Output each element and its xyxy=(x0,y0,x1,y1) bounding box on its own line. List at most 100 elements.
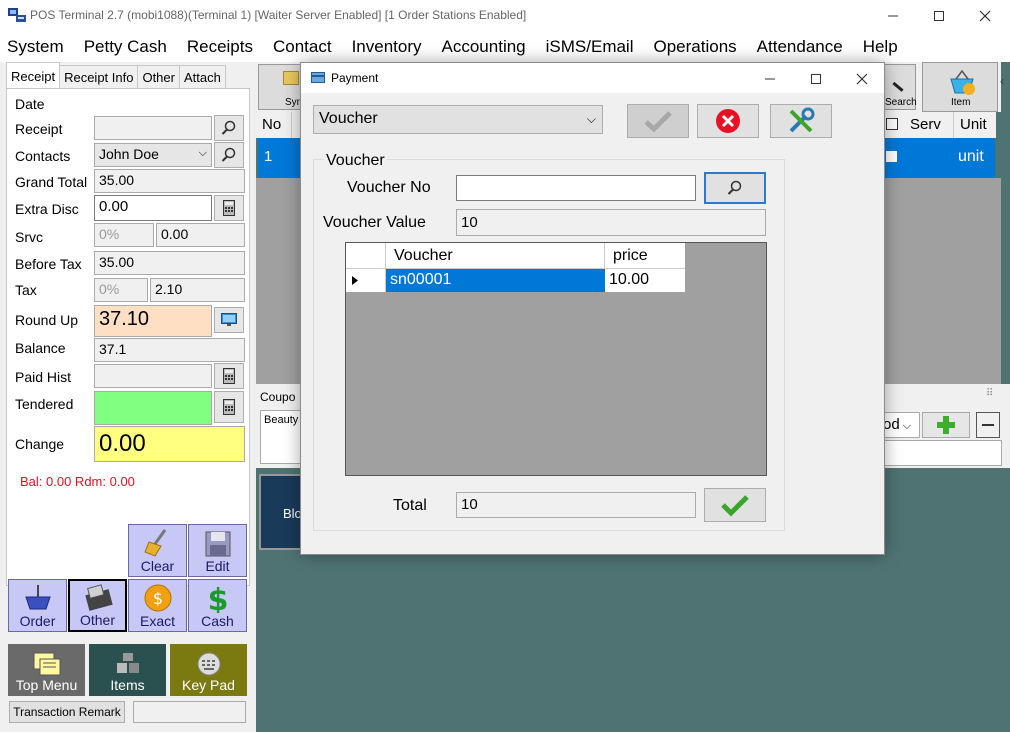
chevron-down-icon: ⌵ xyxy=(198,147,207,159)
tools-button[interactable] xyxy=(770,104,832,138)
select-all-checkbox[interactable] xyxy=(886,118,898,130)
grid-corner xyxy=(346,243,386,269)
ok-button[interactable] xyxy=(704,488,766,522)
tendered-calc-button[interactable] xyxy=(214,391,244,423)
beauty-category[interactable]: Beauty xyxy=(260,410,304,464)
tab-receipt[interactable]: Receipt xyxy=(6,62,61,88)
change-field: 0.00 xyxy=(94,426,245,462)
menu-accounting[interactable]: Accounting xyxy=(432,37,536,57)
dialog-close-button[interactable] xyxy=(839,63,885,95)
col-price-header[interactable]: price xyxy=(605,243,685,269)
col-voucher-header[interactable]: Voucher xyxy=(386,243,605,269)
grand-total-label: Grand Total xyxy=(15,174,88,190)
top-menu-label: Top Menu xyxy=(15,677,78,693)
menu-petty-cash[interactable]: Petty Cash xyxy=(74,37,177,57)
note-icon xyxy=(33,652,60,676)
search-icon xyxy=(221,120,236,135)
srvc-pct-field[interactable]: 0% xyxy=(94,223,154,247)
exact-button[interactable]: $ Exact xyxy=(128,579,187,632)
tendered-input[interactable] xyxy=(94,391,212,425)
voucher-no-input[interactable] xyxy=(456,175,696,201)
cancel-button[interactable] xyxy=(697,104,759,138)
remove-button[interactable] xyxy=(976,412,1000,438)
col-no-header[interactable]: No xyxy=(256,112,292,138)
calculator-icon xyxy=(223,399,235,415)
contacts-search-button[interactable] xyxy=(214,142,244,168)
tab-attach[interactable]: Attach xyxy=(178,65,226,88)
search-label: Search xyxy=(885,97,917,108)
row-checkbox[interactable] xyxy=(886,151,897,162)
menu-receipts[interactable]: Receipts xyxy=(177,37,263,57)
dialog-maximize-button[interactable] xyxy=(793,63,839,95)
transaction-remark-button[interactable]: Transaction Remark xyxy=(9,701,125,723)
key-pad-label: Key Pad xyxy=(182,677,235,693)
monitor-icon xyxy=(221,313,237,326)
confirm-disabled-button[interactable] xyxy=(627,104,689,138)
key-pad-button[interactable]: Key Pad xyxy=(170,644,247,696)
clear-button[interactable]: Clear xyxy=(128,524,187,577)
menu-attendance[interactable]: Attendance xyxy=(747,37,853,57)
cash-button[interactable]: $ Cash xyxy=(188,579,247,632)
left-tabs: Receipt Receipt Info Other Attach xyxy=(6,62,226,89)
total-label: Total xyxy=(393,497,427,514)
clear-label: Clear xyxy=(140,558,175,574)
transaction-remark-field[interactable] xyxy=(133,701,246,723)
paid-hist-field xyxy=(94,364,212,388)
beauty-label: Beauty xyxy=(264,414,299,426)
items-button[interactable]: Items xyxy=(89,644,166,696)
extra-disc-calc-button[interactable] xyxy=(214,195,244,221)
menu-inventory[interactable]: Inventory xyxy=(342,37,432,57)
payment-dialog: Payment Voucher ⌵ Voucher Voucher No Vou… xyxy=(300,62,885,555)
app-icon xyxy=(8,8,26,22)
tab-receipt-info[interactable]: Receipt Info xyxy=(59,65,139,88)
payment-type-select[interactable]: Voucher ⌵ xyxy=(313,105,603,134)
minimize-button[interactable] xyxy=(870,0,916,32)
price-cell[interactable]: 10.00 xyxy=(605,269,685,292)
col-unit-header[interactable]: Unit xyxy=(954,112,996,138)
contacts-select[interactable]: John Doe ⌵ xyxy=(94,143,212,167)
other-button[interactable]: Other xyxy=(68,579,127,632)
menu-tile-label: Blo xyxy=(283,506,302,521)
maximize-icon xyxy=(934,11,944,21)
menu-bar: System Petty Cash Receipts Contact Inven… xyxy=(0,32,1010,62)
round-up-monitor-button[interactable] xyxy=(214,307,244,333)
paid-hist-calc-button[interactable] xyxy=(214,363,244,389)
collapse-arrow-icon[interactable]: ‹ xyxy=(1000,74,1004,88)
voucher-value-label: Voucher Value xyxy=(323,214,426,231)
sync-button[interactable]: Syn xyxy=(258,64,304,110)
dialog-title: Payment xyxy=(331,71,379,85)
receipt-search-button[interactable] xyxy=(214,115,244,141)
round-up-field[interactable]: 37.10 xyxy=(94,305,212,337)
svg-text:$: $ xyxy=(152,589,162,608)
tax-value-field: 2.10 xyxy=(150,278,245,302)
coupon-input[interactable] xyxy=(880,440,1002,466)
close-button[interactable] xyxy=(962,0,1008,32)
checkmark-icon xyxy=(644,111,672,132)
menu-isms-email[interactable]: iSMS/Email xyxy=(536,37,644,57)
menu-tile[interactable]: Blo xyxy=(259,474,303,550)
receipt-field[interactable] xyxy=(94,116,212,140)
menu-contact[interactable]: Contact xyxy=(263,37,342,57)
add-button[interactable] xyxy=(922,412,970,438)
col-serv-header[interactable]: Serv xyxy=(904,112,954,138)
voucher-search-button[interactable] xyxy=(704,172,766,204)
dialog-minimize-button[interactable] xyxy=(747,63,793,95)
category-dropdown[interactable]: od ⌵ xyxy=(880,412,920,438)
order-button[interactable]: Order xyxy=(8,579,67,632)
voucher-cell[interactable]: sn00001 xyxy=(386,269,605,292)
menu-system[interactable]: System xyxy=(0,37,74,57)
menu-operations[interactable]: Operations xyxy=(644,37,747,57)
row-header[interactable] xyxy=(346,269,386,292)
boxes-icon xyxy=(116,653,139,673)
dialog-title-bar: Payment xyxy=(301,63,884,93)
maximize-button[interactable] xyxy=(916,0,962,32)
item-button[interactable]: Item xyxy=(922,62,998,112)
tab-other[interactable]: Other xyxy=(137,65,180,88)
edit-button[interactable]: Edit xyxy=(188,524,247,577)
payment-type-value: Voucher xyxy=(319,110,378,127)
menu-help[interactable]: Help xyxy=(853,37,908,57)
row-no: 1 xyxy=(264,148,273,165)
top-menu-button[interactable]: Top Menu xyxy=(8,644,85,696)
tax-pct-field[interactable]: 0% xyxy=(94,278,148,302)
extra-disc-input[interactable]: 0.00 xyxy=(94,195,212,221)
